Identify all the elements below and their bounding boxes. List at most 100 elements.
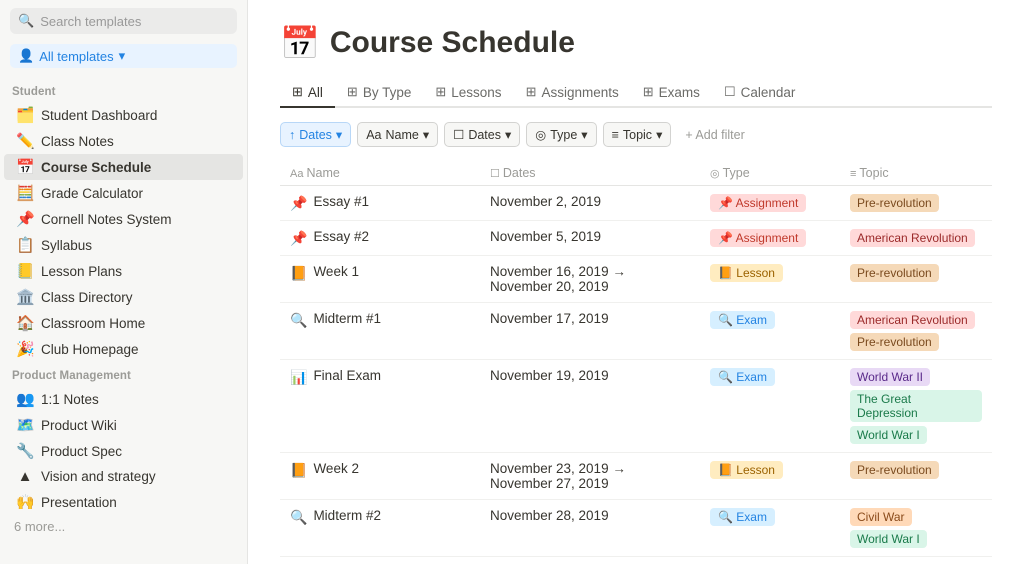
more-templates-link[interactable]: 6 more... [0, 515, 247, 538]
tab-assignments[interactable]: ⊞Assignments [514, 78, 631, 108]
tab-calendar[interactable]: ☐Calendar [712, 78, 807, 108]
filter-label-dates-filter: Dates [468, 128, 501, 142]
chevron-icon: ▾ [656, 127, 662, 142]
th-icon-type: ◎ [710, 168, 720, 180]
sidebar-item-cornell-notes[interactable]: 📌 Cornell Notes System [4, 206, 243, 232]
sidebar-item-grade-calculator[interactable]: 🧮Grade Calculator [4, 180, 243, 206]
user-icon: 👤 [18, 48, 34, 64]
sidebar-item-classroom-home[interactable]: 🏠Classroom Home [4, 310, 243, 336]
cell-name-essay2: 📌Essay #2 [280, 221, 480, 256]
sidebar-item-vision-strategy[interactable]: ▲Vision and strategy [4, 464, 243, 489]
tab-icon-all: ⊞ [292, 84, 303, 100]
cell-dates-week1: November 16, 2019 → November 20, 2019 [480, 256, 700, 303]
cell-topic-week2: Pre-revolution [840, 453, 992, 500]
all-templates-button[interactable]: 👤 All templates ▾ [10, 44, 237, 68]
cell-topic-final-exam: World War II The Great Depression World Wa… [840, 360, 992, 453]
sidebar-item-club-homepage[interactable]: 🎉Club Homepage [4, 336, 243, 362]
type-badge: 📌 Assignment [710, 194, 806, 212]
page-header: 📅 Course Schedule [280, 24, 992, 62]
table-row[interactable]: 📌Essay #2November 5, 2019 📌 Assignment Ame… [280, 221, 992, 256]
cell-dates-week2: November 23, 2019 → November 27, 2019 [480, 453, 700, 500]
table-row[interactable]: 📌Essay #1November 2, 2019📌 AssignmentPre… [280, 186, 992, 221]
row-name-label: Essay #2 [313, 229, 369, 244]
sidebar-item-label: 1:1 Notes [41, 392, 99, 407]
row-icon: 📙 [290, 462, 307, 479]
topic-tag: American Revolution [850, 229, 975, 247]
sidebar-item-syllabus[interactable]: 📋Syllabus [4, 232, 243, 258]
sidebar-item-product-spec[interactable]: 🔧 Product Spec [4, 438, 243, 464]
th-type: ◎Type [700, 161, 840, 186]
chevron-icon: ▾ [505, 127, 511, 142]
tab-exams[interactable]: ⊞Exams [631, 78, 712, 108]
cell-dates-final-exam: November 19, 2019 [480, 360, 700, 453]
sidebar-item-label: Product Spec [41, 444, 122, 459]
sidebar-item-label: Cornell Notes System [41, 212, 172, 227]
row-icon: 📌 [290, 195, 307, 212]
cell-dates-essay2: November 5, 2019 [480, 221, 700, 256]
sidebar-item-label: Class Notes [41, 134, 114, 149]
cell-topic-essay1: Pre-revolution [840, 186, 992, 221]
filter-type-filter[interactable]: ◎ Type ▾ [526, 122, 596, 147]
tab-icon-assignments: ⊞ [526, 84, 537, 100]
type-badge: 📌 Assignment [710, 229, 806, 247]
sidebar-item-class-directory[interactable]: 🏛️Class Directory [4, 284, 243, 310]
cell-name-midterm1: 🔍Midterm #1 [280, 303, 480, 360]
sidebar-item-label: Student Dashboard [41, 108, 157, 123]
sidebar-item-class-notes[interactable]: ✏️Class Notes [4, 128, 243, 154]
sidebar-icon-club-homepage: 🎉 [16, 340, 34, 358]
sidebar-icon-product-spec: 🔧 [16, 442, 34, 460]
sidebar-icon-cornell-notes: 📌 [16, 210, 34, 228]
row-name-label: Week 2 [313, 461, 359, 476]
filter-topic-filter[interactable]: ≡ Topic ▾ [603, 122, 672, 147]
sidebar-item-course-schedule[interactable]: 📅Course Schedule [4, 154, 243, 180]
filter-dates-sort[interactable]: ↑ Dates ▾ [280, 122, 351, 147]
sidebar-item-label: Grade Calculator [41, 186, 143, 201]
topic-tag: World War I [850, 530, 927, 548]
sidebar-item-presentation[interactable]: 🙌Presentation [4, 489, 243, 515]
th-icon-topic: ≡ [850, 168, 856, 180]
topic-tag: Civil War [850, 508, 912, 526]
table-row[interactable]: 📙Week 1November 16, 2019 → November 20, … [280, 256, 992, 303]
page-icon: 📅 [280, 24, 320, 62]
table-row[interactable]: 🔍Midterm #1November 17, 2019🔍 ExamAmeric… [280, 303, 992, 360]
search-icon: 🔍 [18, 13, 34, 29]
chevron-icon: ▾ [581, 127, 587, 142]
sidebar-item-student-dashboard[interactable]: 🗂️ Student Dashboard [4, 102, 243, 128]
cell-type-week1: 📙 Lesson [700, 256, 840, 303]
sidebar-icon-student-dashboard: 🗂️ [16, 106, 34, 124]
chevron-icon: ▾ [336, 127, 342, 142]
sidebar-item-product-wiki[interactable]: 🗺️Product Wiki [4, 412, 243, 438]
tab-lessons[interactable]: ⊞Lessons [423, 78, 513, 108]
sidebar-item-1on1-notes[interactable]: 👥1:1 Notes [4, 386, 243, 412]
filter-name-filter[interactable]: Aa Name ▾ [357, 122, 438, 147]
table-row[interactable]: 🔍Midterm #2November 28, 2019🔍 ExamCivil … [280, 500, 992, 557]
table-row[interactable]: 📊Final ExamNovember 19, 2019🔍 ExamWorld … [280, 360, 992, 453]
row-icon: 📙 [290, 265, 307, 282]
topic-tag: World War II [850, 368, 930, 386]
chevron-down-icon: ▾ [119, 48, 126, 64]
tab-all[interactable]: ⊞All [280, 78, 335, 108]
sidebar-section-label: Product Management [0, 362, 247, 386]
tab-icon-calendar: ☐ [724, 84, 736, 100]
type-badge: 🔍 Exam [710, 368, 775, 386]
filter-icon-type-filter: ◎ [535, 127, 546, 142]
sidebar-item-lesson-plans[interactable]: 📒Lesson Plans [4, 258, 243, 284]
search-bar[interactable]: 🔍 Search templates [10, 8, 237, 34]
topic-tag: World War I [850, 426, 927, 444]
tab-icon-lessons: ⊞ [435, 84, 446, 100]
main-content: 📅 Course Schedule ⊞All⊞By Type⊞Lessons⊞A… [248, 0, 1024, 564]
cell-type-midterm2: 🔍 Exam [700, 500, 840, 557]
table-row[interactable]: 📙 Week 2 November 23, 2019 → November 27, … [280, 453, 992, 500]
sidebar-item-label: Syllabus [41, 238, 92, 253]
row-icon: 🔍 [290, 509, 307, 526]
sidebar-icon-classroom-home: 🏠 [16, 314, 34, 332]
th-icon-dates: ☐ [490, 168, 500, 180]
topic-tag: The Great Depression [850, 390, 982, 422]
tab-bar: ⊞All⊞By Type⊞Lessons⊞Assignments⊞Exams☐C… [280, 78, 992, 108]
row-name-label: Midterm #2 [313, 508, 381, 523]
topic-tag: American Revolution [850, 311, 975, 329]
tab-by-type[interactable]: ⊞By Type [335, 78, 423, 108]
cell-type-final-exam: 🔍 Exam [700, 360, 840, 453]
add-filter-button[interactable]: + Add filter [677, 124, 752, 146]
filter-dates-filter[interactable]: ☐ Dates ▾ [444, 122, 520, 147]
